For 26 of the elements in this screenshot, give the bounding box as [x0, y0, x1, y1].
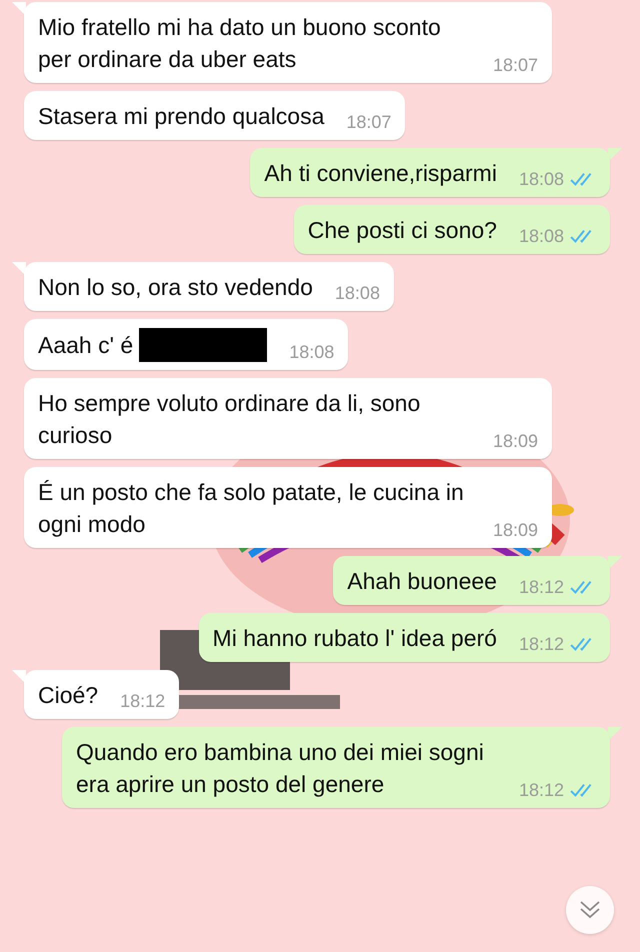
message-time: 18:12	[518, 576, 564, 599]
message-time: 18:08	[518, 168, 564, 191]
message-time: 18:12	[518, 633, 564, 656]
message-text: Non lo so, ora sto vedendo	[38, 273, 313, 302]
message-time: 18:09	[492, 430, 538, 453]
message-text: Ho sempre voluto ordinare da li, sono curioso	[38, 389, 422, 450]
message-text: Cioé?	[38, 681, 98, 710]
message-time: 18:12	[120, 690, 166, 713]
message-text: É un posto che fa solo patate, le cucina in ogni modo	[38, 478, 465, 539]
message-time: 18:09	[492, 519, 538, 542]
message-time: 18:08	[289, 341, 334, 364]
message-time: 18:08	[518, 225, 564, 248]
scroll-down-button[interactable]	[566, 886, 614, 934]
message-text: Aaah c' é	[38, 331, 134, 360]
message-text: Stasera mi prendo qualcosa	[38, 102, 324, 131]
message-time: 18:07	[346, 111, 392, 134]
message-time: 18:07	[492, 54, 538, 77]
message-text: Mio fratello mi ha dato un buono sconto per ordinare da uber eats	[38, 13, 442, 74]
double-chevron-icon	[579, 900, 601, 920]
message-text: Che posti ci sono?	[308, 216, 497, 245]
message-time: 18:12	[518, 779, 564, 802]
message-time: 18:08	[334, 282, 380, 305]
message-text: Ah ti conviene,risparmi	[264, 159, 497, 188]
message-text: Ahah buoneee	[347, 567, 497, 596]
message-text: Quando ero bambina uno dei miei sogni era aprire un posto del genere	[76, 738, 485, 799]
message-text: Mi hanno rubato l' idea peró	[212, 624, 497, 653]
